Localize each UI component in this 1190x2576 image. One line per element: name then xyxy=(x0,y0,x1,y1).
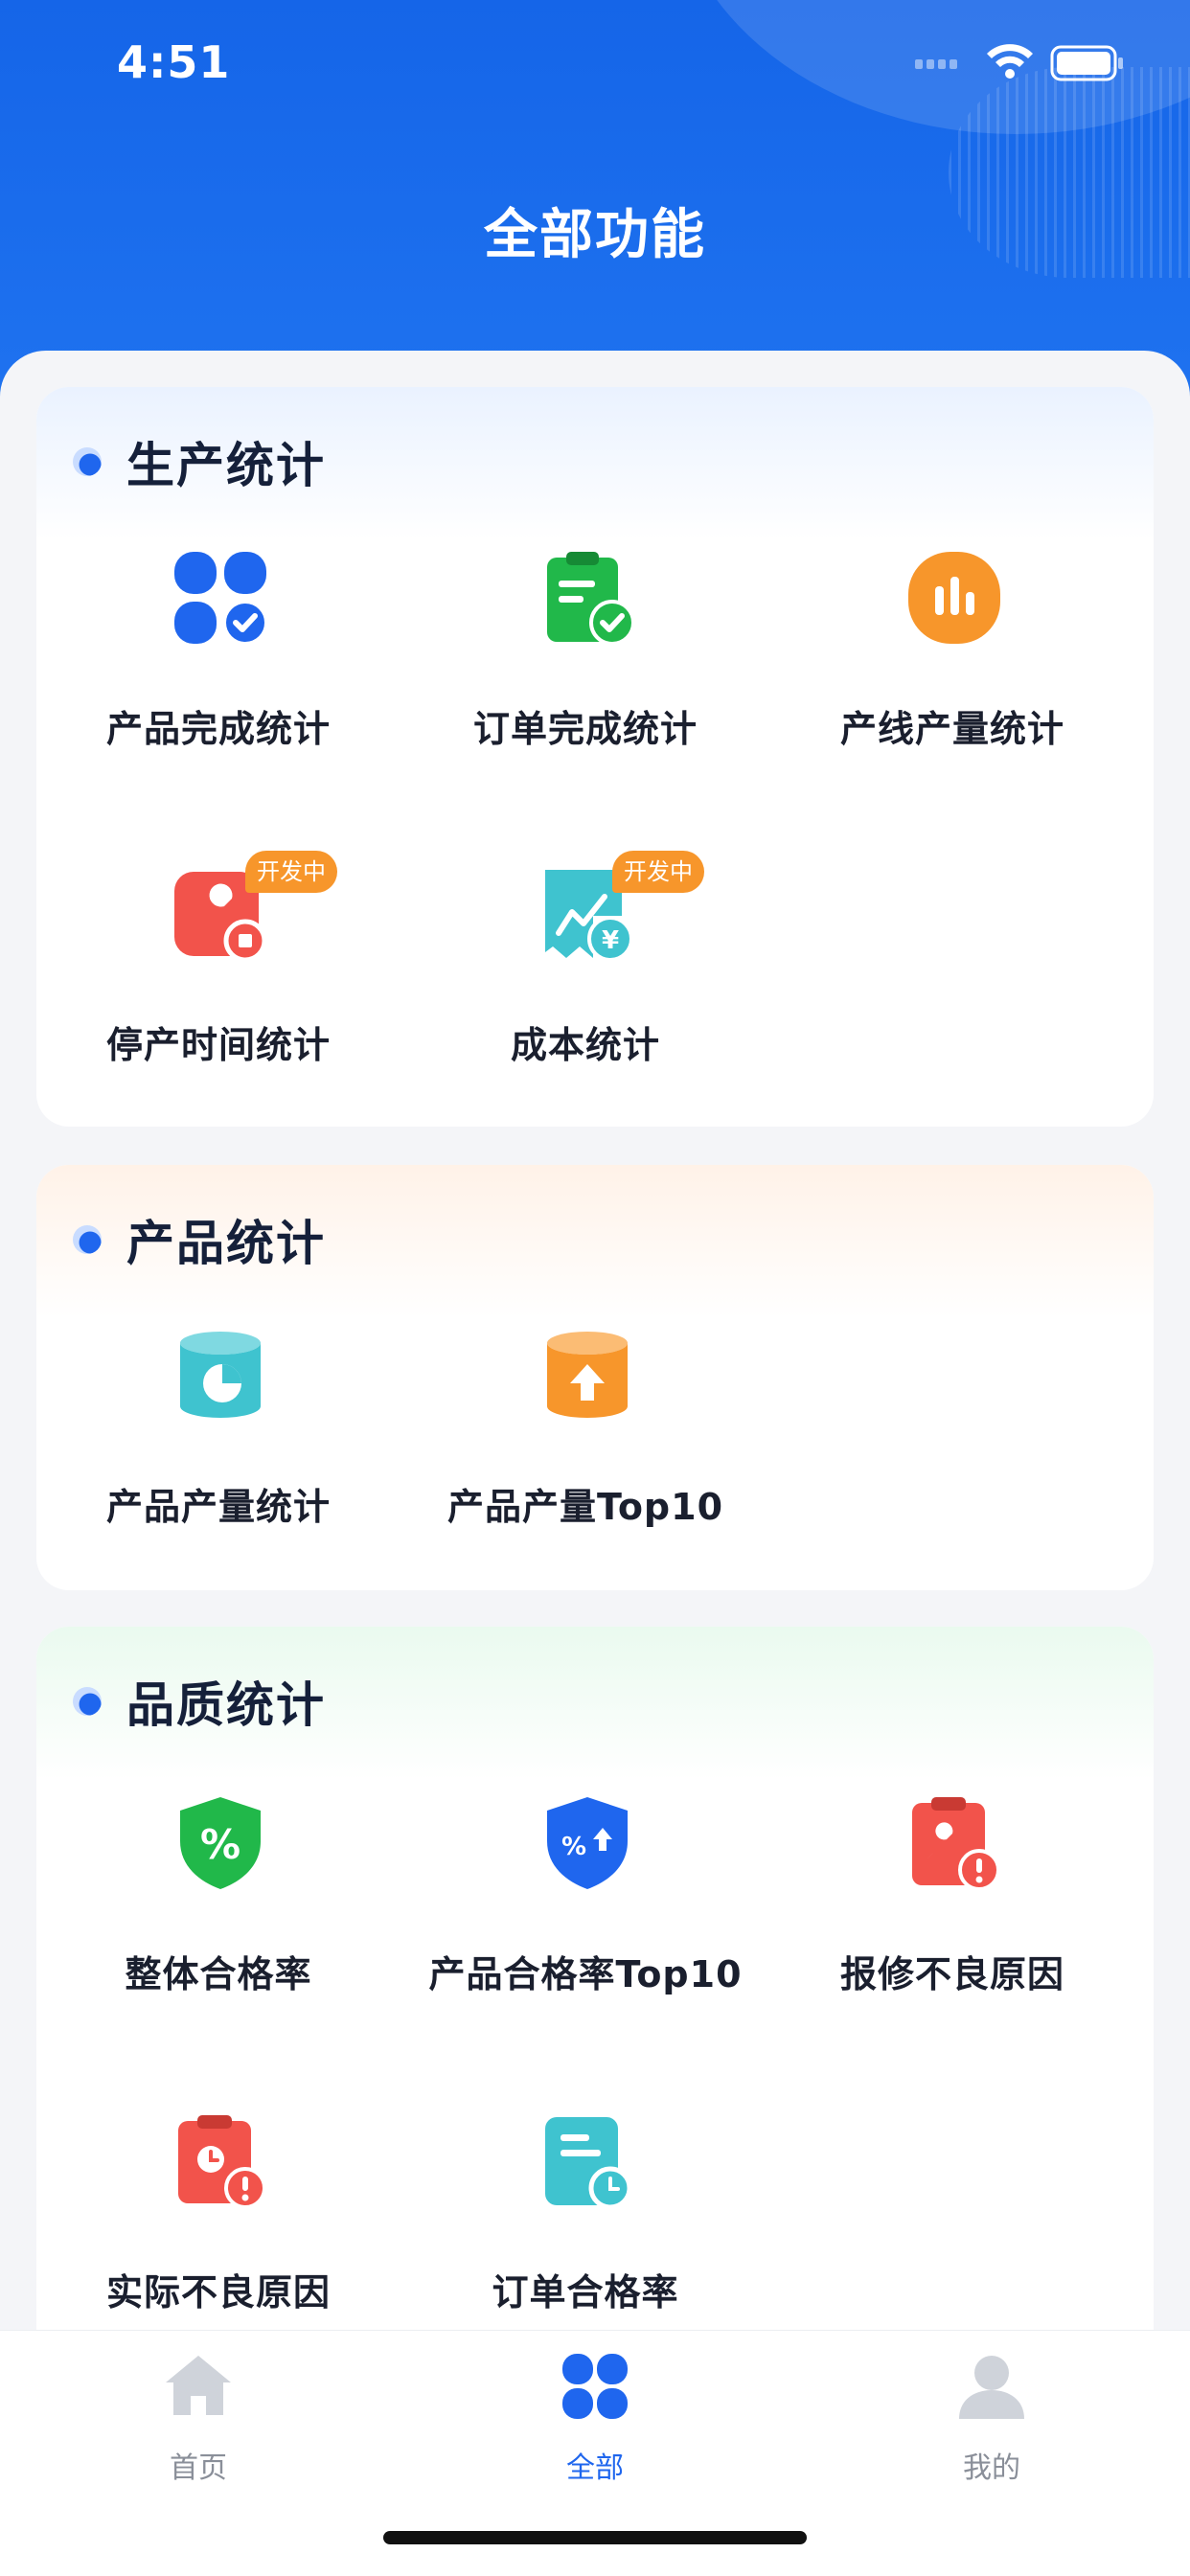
tab-profile[interactable]: 我的 xyxy=(905,2352,1078,2505)
section-header: 产品统计 xyxy=(73,1211,326,1271)
item-label: 订单合格率 xyxy=(492,2271,679,2314)
item-label: 停产时间统计 xyxy=(105,1024,331,1066)
section-title: 生产统计 xyxy=(126,438,326,493)
overall-pass-rate-icon: % xyxy=(180,1797,261,1889)
section-dot-icon xyxy=(73,447,102,476)
status-icons xyxy=(915,44,1123,81)
order-completion-icon xyxy=(547,552,635,646)
repair-defect-reasons[interactable]: 报修不良原因 xyxy=(770,1795,1134,2044)
repair-defect-icon xyxy=(912,1797,1000,1891)
tab-label: 我的 xyxy=(963,2451,1020,2485)
svg-text:%: % xyxy=(200,1821,240,1868)
in-development-badge: 开发中 xyxy=(612,851,704,893)
product-output-icon xyxy=(180,1332,261,1418)
svg-text:%: % xyxy=(561,1833,586,1861)
all-apps-icon xyxy=(562,2354,628,2419)
item-label: 产线产量统计 xyxy=(839,708,1064,750)
line-output-stats[interactable]: 产线产量统计 xyxy=(770,550,1134,799)
section-header: 品质统计 xyxy=(73,1673,326,1733)
actual-defect-reasons[interactable]: 实际不良原因 xyxy=(36,2113,400,2362)
tab-home[interactable]: 首页 xyxy=(112,2352,285,2505)
order-completion-stats[interactable]: 订单完成统计 xyxy=(403,550,767,799)
item-label: 产品产量Top10 xyxy=(446,1486,724,1528)
tab-label: 首页 xyxy=(170,2451,227,2485)
tab-all[interactable]: 全部 xyxy=(509,2352,681,2505)
content-area: 生产统计 产品完成统计 订单完成统计 产线产量统计 开发中 停产时间统计 ¥ 开… xyxy=(0,351,1190,2393)
section-title: 品质统计 xyxy=(126,1677,326,1733)
section-production-stats: 生产统计 产品完成统计 订单完成统计 产线产量统计 开发中 停产时间统计 ¥ 开… xyxy=(36,387,1154,1127)
tab-label: 全部 xyxy=(566,2451,624,2485)
product-output-stats[interactable]: 产品产量统计 xyxy=(36,1328,400,1577)
product-output-top10-icon xyxy=(547,1332,628,1418)
section-dot-icon xyxy=(73,1225,102,1254)
item-label: 实际不良原因 xyxy=(105,2271,331,2314)
overall-pass-rate[interactable]: % 整体合格率 xyxy=(36,1795,400,2044)
item-label: 产品完成统计 xyxy=(105,708,331,750)
actual-defect-icon xyxy=(178,2115,266,2209)
home-indicator xyxy=(383,2531,807,2544)
item-label: 成本统计 xyxy=(510,1024,660,1066)
section-product-stats: 产品统计 产品产量统计 产品产量Top10 xyxy=(36,1165,1154,1590)
section-quality-stats: 品质统计 % 整体合格率 % 产品合格率Top10 报修不良原因 实际不良原因 … xyxy=(36,1627,1154,2393)
downtime-stats[interactable]: 开发中 停产时间统计 xyxy=(36,851,400,1115)
product-pass-rate-top10[interactable]: % 产品合格率Top10 xyxy=(403,1795,767,2044)
signal-icon xyxy=(915,59,957,69)
status-time: 4:51 xyxy=(117,36,231,88)
product-output-top10[interactable]: 产品产量Top10 xyxy=(403,1328,767,1577)
item-label: 产品产量统计 xyxy=(105,1486,331,1528)
home-icon xyxy=(166,2356,231,2415)
item-label: 产品合格率Top10 xyxy=(428,1953,743,1995)
order-pass-rate-icon xyxy=(545,2117,632,2209)
product-pass-rate-top10-icon: % xyxy=(547,1797,628,1889)
section-dot-icon xyxy=(73,1687,102,1716)
item-label: 报修不良原因 xyxy=(839,1953,1064,1995)
page-title: 全部功能 xyxy=(484,204,706,266)
item-label: 整体合格率 xyxy=(125,1953,312,1995)
product-completion-stats[interactable]: 产品完成统计 xyxy=(36,550,400,799)
profile-icon xyxy=(959,2356,1024,2419)
in-development-badge: 开发中 xyxy=(245,851,337,893)
section-header: 生产统计 xyxy=(73,433,326,493)
wifi-icon xyxy=(987,44,1033,79)
product-completion-icon xyxy=(174,552,268,646)
cost-stats[interactable]: ¥ 开发中 成本统计 xyxy=(403,851,767,1115)
battery-icon xyxy=(1050,45,1123,81)
order-pass-rate[interactable]: 订单合格率 xyxy=(403,2113,767,2362)
line-output-icon xyxy=(908,552,1000,644)
svg-text:¥: ¥ xyxy=(602,926,619,955)
section-title: 产品统计 xyxy=(126,1216,326,1271)
item-label: 订单完成统计 xyxy=(472,708,698,750)
